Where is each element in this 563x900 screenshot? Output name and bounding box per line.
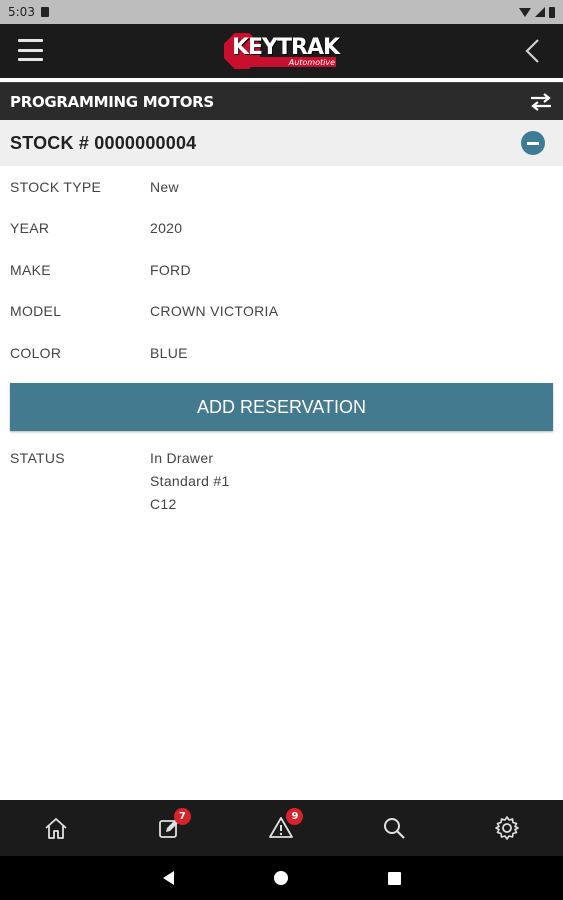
system-recents-icon[interactable] [387,871,401,885]
detail-label: STOCK TYPE [10,178,102,195]
menu-icon[interactable] [18,39,43,61]
key-status: STATUS In Drawer Standard #1 C12 [10,450,230,519]
status-drawer: Standard #1 [150,473,230,489]
detail-row-model: MODEL CROWN VICTORIA [0,291,563,333]
sd-card-icon [40,7,49,17]
back-chevron-icon[interactable] [523,38,541,64]
detail-label: MAKE [10,261,51,278]
swap-icon[interactable] [529,92,553,111]
home-icon [45,818,67,839]
battery-icon [549,6,555,18]
system-back-icon[interactable] [162,871,174,885]
detail-value: 2020 [150,220,183,237]
status-lines: In Drawer Standard #1 C12 [150,450,230,519]
detail-value: FORD [150,261,191,278]
status-location: In Drawer [150,450,214,466]
detail-label: MODEL [10,303,62,320]
detail-label: COLOR [10,344,62,361]
stock-header[interactable]: STOCK # 0000000004 [0,120,563,166]
bottom-nav: 7 9 [0,800,563,856]
detail-value: CROWN VICTORIA [150,303,279,320]
collapse-icon[interactable] [521,131,545,155]
clock: 5:03 [8,5,35,19]
app-header: KEYTRAK Automotive [0,24,563,78]
wifi-icon [519,7,531,17]
logo-subtitle: Automotive [288,58,336,67]
dealer-bar: PROGRAMMING MOTORS [0,82,563,120]
stock-number: STOCK # 0000000004 [10,132,197,153]
alerts-badge: 9 [286,808,304,825]
dealer-name: PROGRAMMING MOTORS [10,92,214,111]
detail-row-year: YEAR 2020 [0,208,563,250]
detail-value: BLUE [150,344,188,361]
vehicle-details: STOCK TYPE New YEAR 2020 MAKE FORD MODEL… [0,166,563,374]
status-label: STATUS [10,450,65,466]
tasks-badge: 7 [173,808,191,825]
signal-icon [535,7,545,17]
nav-alerts[interactable]: 9 [261,808,304,848]
keytrak-logo: KEYTRAK Automotive [223,33,340,69]
nav-search[interactable] [374,808,414,848]
detail-value: New [150,178,179,195]
status-bar: 5:03 [0,0,563,24]
detail-row-color: COLOR BLUE [0,332,563,374]
system-nav-bar [0,856,563,900]
search-icon [384,818,405,839]
nav-home[interactable] [36,808,76,848]
nav-tasks[interactable]: 7 [149,808,191,848]
nav-settings[interactable] [487,808,527,848]
add-reservation-button[interactable]: ADD RESERVATION [10,383,553,431]
detail-row-stock-type: STOCK TYPE New [0,166,563,208]
system-home-icon[interactable] [273,871,288,885]
status-icons [519,6,555,18]
status-slot: C12 [150,496,177,512]
detail-label: YEAR [10,220,50,237]
detail-row-make: MAKE FORD [0,249,563,291]
gear-icon [494,816,519,840]
logo-text: KEYTRAK [231,34,340,60]
